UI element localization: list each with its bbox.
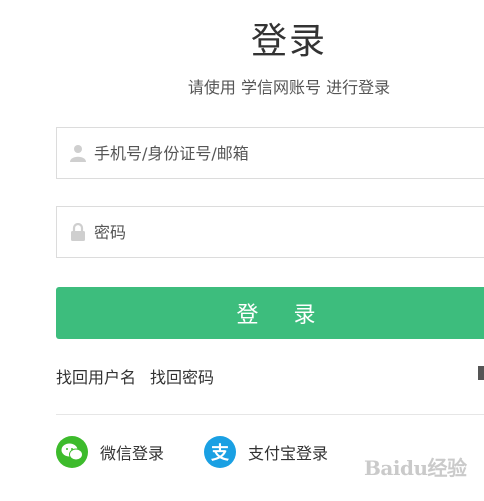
recover-username-link[interactable]: 找回用户名 (56, 364, 136, 388)
baidu-watermark: Baidu经验 (364, 452, 467, 481)
login-page: 登录 请使用 学信网账号 进行登录 登 录 找回用户名 找回密码 (0, 0, 484, 501)
wechat-icon (56, 436, 88, 468)
wechat-login-button[interactable]: 微信登录 (56, 436, 164, 468)
login-button[interactable]: 登 录 (56, 287, 484, 339)
username-input[interactable] (94, 138, 454, 168)
edge-mark (478, 366, 484, 380)
user-icon (68, 143, 88, 163)
page-title: 登录 (250, 21, 327, 62)
divider (56, 414, 484, 415)
username-field[interactable] (56, 127, 484, 179)
password-input[interactable] (94, 217, 454, 247)
password-field[interactable] (56, 206, 484, 258)
lock-icon (68, 222, 88, 242)
recover-password-link[interactable]: 找回密码 (150, 364, 214, 388)
alipay-login-button[interactable]: 支 支付宝登录 (204, 436, 328, 468)
page-subtitle: 请使用 学信网账号 进行登录 (187, 78, 391, 97)
recovery-links: 找回用户名 找回密码 (56, 364, 214, 388)
wechat-login-label: 微信登录 (100, 444, 165, 463)
alipay-icon: 支 (204, 436, 236, 468)
watermark-text: Baidu经验 (364, 456, 467, 480)
alipay-login-label: 支付宝登录 (248, 444, 329, 463)
